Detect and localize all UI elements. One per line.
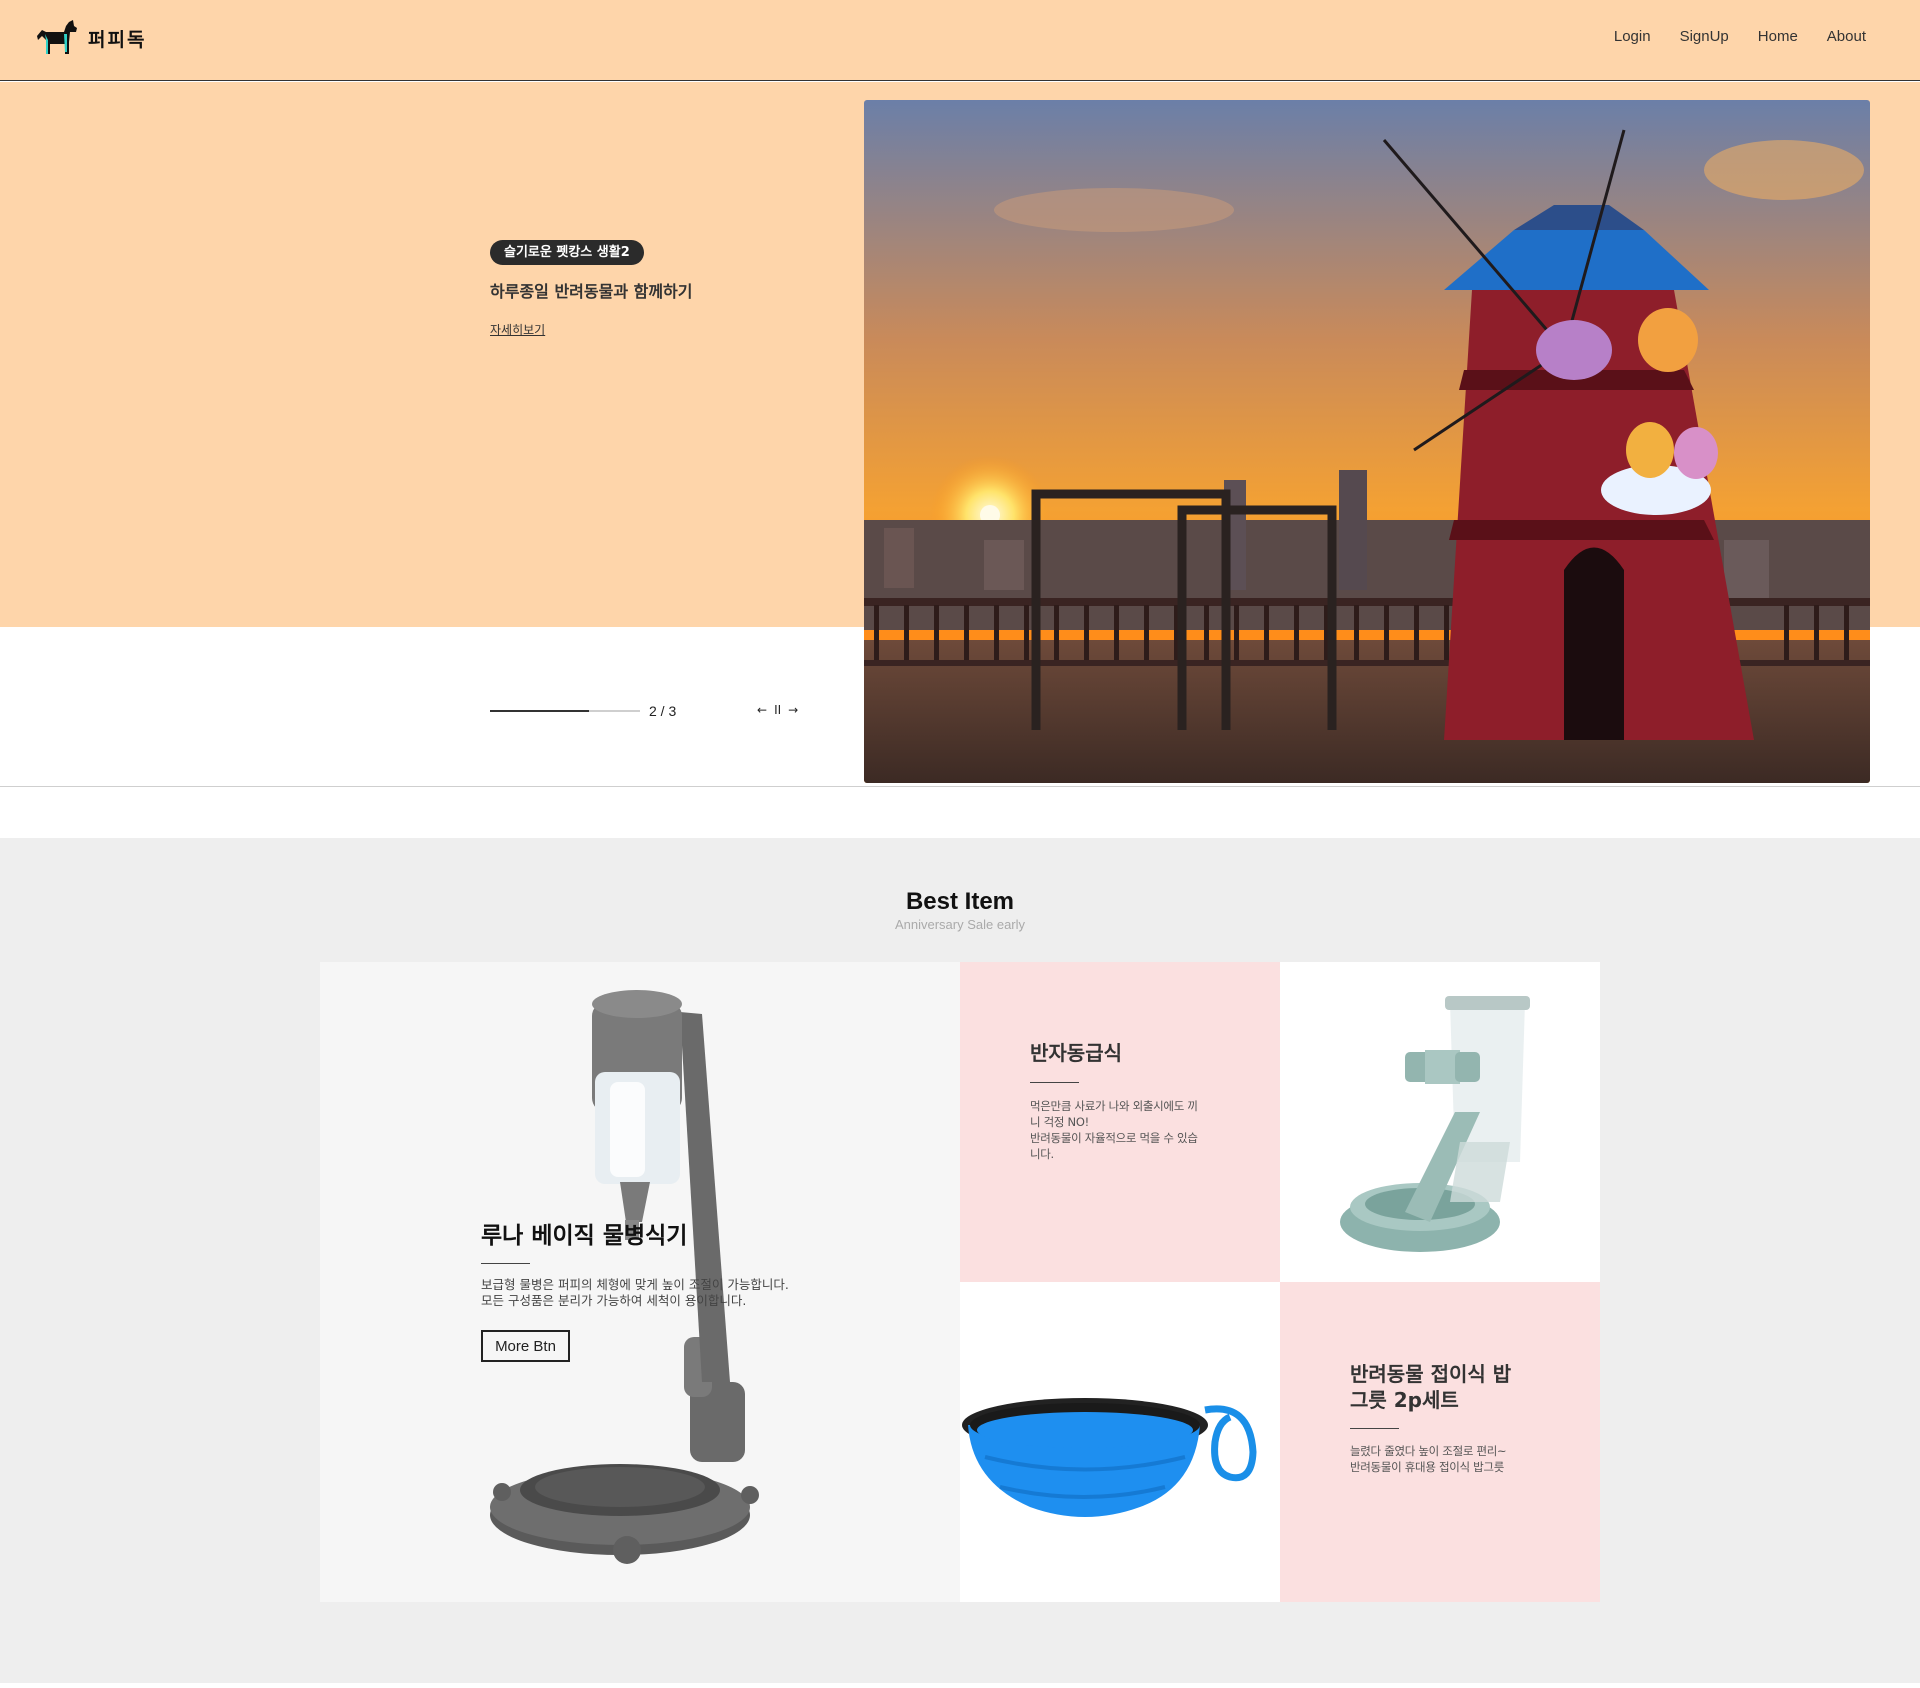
site-header: 퍼피독 Login SignUp Home About	[0, 0, 1920, 81]
featured-title-rule	[481, 1263, 530, 1264]
slide-controls: ← II →	[757, 703, 798, 717]
pause-icon[interactable]: II	[774, 703, 781, 717]
product-card-auto-feeder-text[interactable]: 반자동급식 먹은만큼 사료가 나와 외출시에도 끼 니 걱정 NO! 반려동물이…	[960, 962, 1280, 1282]
product-card-auto-feeder-image[interactable]	[1280, 962, 1600, 1282]
featured-product-desc: 보급형 물병은 퍼피의 체형에 맞게 높이 조절이 가능합니다. 모든 구성품은…	[481, 1277, 789, 1309]
hero-detail-link[interactable]: 자세히보기	[490, 321, 545, 338]
prev-arrow-icon[interactable]: ←	[757, 703, 767, 717]
folding-bowl-title: 반려동물 접이식 밥 그릇 2p세트	[1350, 1361, 1511, 1413]
folding-bowl-image	[962, 1398, 1257, 1517]
auto-feeder-image	[1340, 996, 1530, 1252]
auto-feeder-desc-line-1: 먹은만큼 사료가 나와 외출시에도 끼	[1030, 1099, 1198, 1113]
auto-feeder-rule	[1030, 1082, 1079, 1083]
folding-bowl-rule	[1350, 1428, 1399, 1429]
folding-bowl-desc-line-1: 늘렸다 줄였다 높이 조절로 편리~	[1350, 1444, 1507, 1458]
hero-divider	[0, 786, 1920, 787]
folding-bowl-desc: 늘렸다 줄였다 높이 조절로 편리~ 반려동물이 휴대용 접이식 밥그릇	[1350, 1443, 1507, 1475]
auto-feeder-title: 반자동급식	[1030, 1041, 1122, 1065]
logo-text: 퍼피독	[88, 28, 147, 51]
featured-product-title: 루나 베이직 물병식기	[481, 1223, 688, 1249]
nav-login[interactable]: Login	[1614, 28, 1651, 45]
auto-feeder-desc-line-4: 니다.	[1030, 1147, 1054, 1161]
hero-title: 하루종일 반려동물과 함께하기	[490, 282, 693, 301]
more-button[interactable]: More Btn	[481, 1330, 570, 1362]
slide-progress-fill	[490, 710, 589, 712]
auto-feeder-desc-line-3: 반려동물이 자율적으로 먹을 수 있습	[1030, 1131, 1198, 1145]
next-arrow-icon[interactable]: →	[788, 703, 798, 717]
best-item-subtitle: Anniversary Sale early	[894, 917, 1026, 932]
hero-badge: 슬기로운 펫캉스 생활2	[490, 240, 644, 265]
featured-desc-line-1: 보급형 물병은 퍼피의 체형에 맞게 높이 조절이 가능합니다.	[481, 1277, 789, 1292]
main-nav: Login SignUp Home About	[1614, 28, 1866, 45]
folding-bowl-title-line-1: 반려동물 접이식 밥	[1350, 1362, 1512, 1386]
auto-feeder-desc-line-2: 니 걱정 NO!	[1030, 1115, 1089, 1129]
product-card-folding-bowl-image[interactable]	[960, 1282, 1280, 1602]
folding-bowl-desc-line-2: 반려동물이 휴대용 접이식 밥그릇	[1350, 1460, 1504, 1474]
auto-feeder-desc: 먹은만큼 사료가 나와 외출시에도 끼 니 걱정 NO! 반려동물이 자율적으로…	[1030, 1098, 1198, 1162]
slide-progress-bar	[490, 710, 640, 712]
dog-logo-icon	[37, 20, 77, 54]
featured-product-card[interactable]: 루나 베이직 물병식기 보급형 물병은 퍼피의 체형에 맞게 높이 조절이 가능…	[320, 962, 960, 1602]
product-card-folding-bowl-text[interactable]: 반려동물 접이식 밥 그릇 2p세트 늘렸다 줄였다 높이 조절로 편리~ 반려…	[1280, 1282, 1600, 1602]
hero-slide-image	[864, 100, 1870, 783]
nav-about[interactable]: About	[1827, 28, 1866, 45]
featured-desc-line-2: 모든 구성품은 분리가 가능하여 세척이 용이합니다.	[481, 1293, 747, 1308]
logo[interactable]: 퍼피독	[36, 18, 146, 58]
best-item-title: Best Item	[905, 888, 1015, 915]
slide-counter: 2 / 3	[649, 703, 677, 719]
folding-bowl-title-line-2: 그릇 2p세트	[1350, 1388, 1459, 1412]
nav-home[interactable]: Home	[1758, 28, 1798, 45]
nav-signup[interactable]: SignUp	[1680, 28, 1729, 45]
